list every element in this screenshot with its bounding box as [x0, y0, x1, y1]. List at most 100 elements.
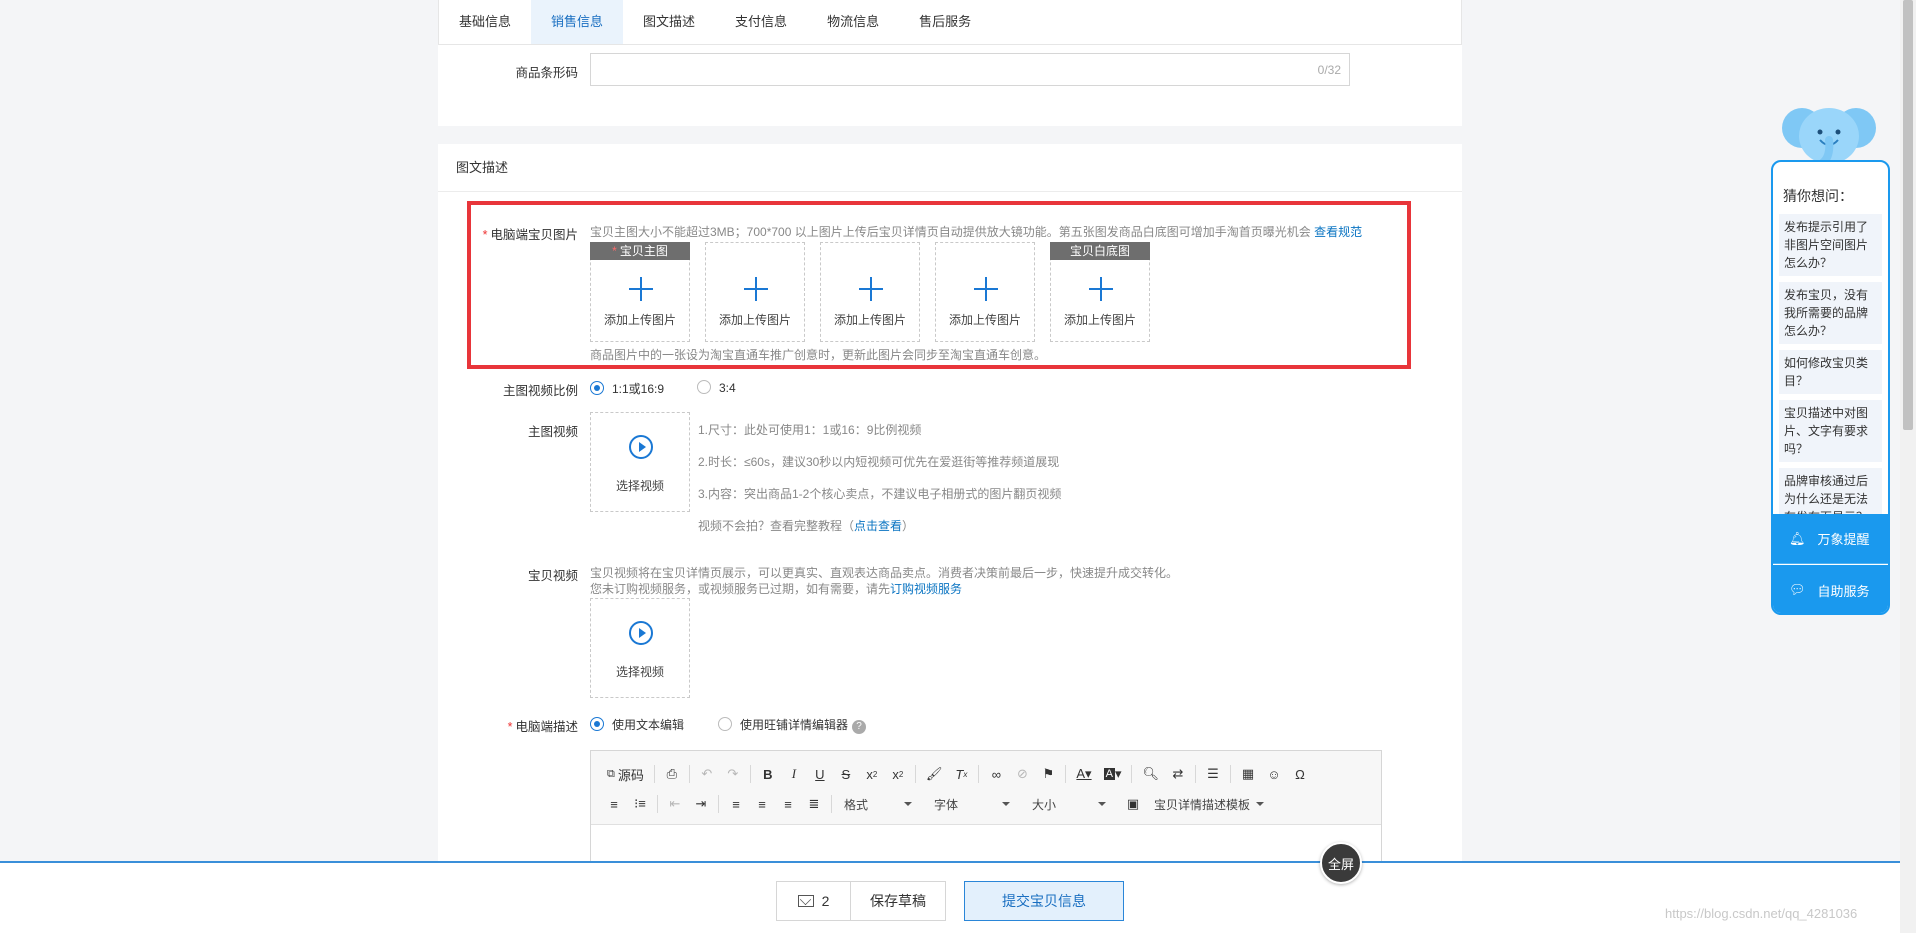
indent-icon[interactable]: ⇥ [690, 792, 712, 816]
play-icon [629, 435, 653, 459]
anchor-flag-icon[interactable]: ⚑ [1037, 762, 1059, 786]
special-char-icon[interactable]: Ω [1289, 762, 1311, 786]
tutorial-link[interactable]: 点击查看 [854, 519, 902, 533]
fullscreen-button[interactable]: 全屏 [1320, 842, 1362, 884]
order-video-service-link[interactable]: 订购视频服务 [890, 582, 962, 596]
barcode-label: 商品条形码 [515, 66, 578, 80]
envelope-icon [797, 895, 814, 907]
preview-icon[interactable]: ⎙ [661, 762, 683, 786]
tab-payment-info[interactable]: 支付信息 [715, 0, 807, 44]
plus-icon [1089, 277, 1113, 301]
superscript-icon[interactable]: x2 [887, 762, 909, 786]
tab-sales-info[interactable]: 销售信息 [531, 0, 624, 44]
upload-caption: 添加上传图片 [1063, 313, 1136, 327]
message-button[interactable]: 2 [776, 881, 851, 921]
watermark: https://blog.csdn.net/qq_4281036 [1665, 906, 1858, 921]
save-draft-button[interactable]: 保存草稿 [850, 881, 946, 921]
strikethrough-icon[interactable]: S [835, 762, 857, 786]
link-icon[interactable]: ∞ [985, 762, 1007, 786]
item-video-desc: 宝贝视频将在宝贝详情页展示，可以更真实、直观表达商品卖点。消费者决策前最后一步，… [590, 566, 1179, 580]
help-question[interactable]: 宝贝描述中对图片、文字有要求吗？ [1779, 400, 1882, 462]
section-title: 图文描述 [438, 144, 1462, 192]
format-select[interactable]: 格式 [838, 793, 918, 815]
ratio-option-1[interactable]: 1:1或16:9 [590, 380, 664, 397]
clear-format-icon[interactable]: Tx [950, 762, 972, 786]
align-justify-icon[interactable]: ≣ [803, 792, 825, 816]
upload-slot-main[interactable]: * 宝贝主图 添加上传图片 [590, 242, 690, 342]
plus-icon [629, 277, 653, 301]
outdent-icon[interactable]: ⇤ [664, 792, 686, 816]
template-select[interactable]: 宝贝详情描述模板 [1148, 793, 1270, 815]
size-select[interactable]: 大小 [1026, 793, 1112, 815]
pc-images-tip: 宝贝主图大小不能超过3MB；700*700 以上图片上传后宝贝详情页自动提供放大… [590, 225, 1363, 239]
main-video-select[interactable]: 选择视频 [590, 412, 690, 512]
tab-after-sales[interactable]: 售后服务 [899, 0, 991, 44]
select-video-caption: 选择视频 [615, 665, 664, 679]
item-video-service-line: 您未订购视频服务，或视频服务已过期，如有需要，请先订购视频服务 [590, 582, 963, 596]
tab-bar: 基础信息 销售信息 图文描述 支付信息 物流信息 售后服务 [438, 0, 1462, 45]
font-color-icon[interactable]: A▾ [1072, 762, 1095, 786]
bullet-list-icon[interactable]: ⁝≡ [629, 792, 651, 816]
barcode-input[interactable]: 0/32 [590, 53, 1350, 86]
chat-icon: 💬︎ [1789, 582, 1806, 597]
scrollbar-thumb[interactable] [1903, 0, 1913, 430]
align-left-icon[interactable]: ≡ [725, 792, 747, 816]
self-service-button[interactable]: 💬︎ 自助服务 [1773, 565, 1888, 613]
underline-icon[interactable]: U [809, 762, 831, 786]
pagebreak-icon[interactable]: ☰ [1202, 762, 1224, 786]
undo-icon[interactable]: ↶ [696, 762, 718, 786]
main-image-tag: * 宝贝主图 [590, 242, 690, 260]
ratio-option-2[interactable]: 3:4 [697, 380, 736, 395]
barcode-counter: 0/32 [1317, 63, 1341, 77]
help-question[interactable]: 如何修改宝贝类目？ [1779, 350, 1882, 394]
help-icon[interactable]: ? [852, 720, 867, 734]
search-icon[interactable]: 🔍︎ [1138, 762, 1163, 786]
unlink-icon[interactable]: ⊘ [1011, 762, 1033, 786]
help-title: 猜你想问： [1783, 188, 1853, 204]
editor-toolbar: ⧉ 源码 ⎙ ↶ ↷ B I U S x2 x2 🖌 Tx ∞ ⊘ ⚑ A▾ A ▾… [591, 751, 1381, 825]
emoji-icon[interactable]: ☺ [1263, 762, 1285, 786]
upload-slot-4[interactable]: 添加上传图片 [935, 242, 1035, 342]
source-button[interactable]: ⧉ 源码 [603, 762, 648, 786]
view-spec-link[interactable]: 查看规范 [1314, 225, 1362, 239]
radio-checked [590, 717, 604, 731]
italic-icon[interactable]: I [783, 762, 805, 786]
item-video-select[interactable]: 选择视频 [590, 598, 690, 698]
ordered-list-icon[interactable]: ≡ [603, 792, 625, 816]
bg-color-icon[interactable]: A ▾ [1100, 762, 1126, 786]
align-right-icon[interactable]: ≡ [777, 792, 799, 816]
format-painter-icon[interactable]: 🖌 [922, 762, 947, 786]
help-question[interactable]: 发布宝贝，没有我所需要的品牌怎么办？ [1779, 282, 1882, 344]
tab-basic-info[interactable]: 基础信息 [439, 0, 531, 44]
main-video-label: 主图视频 [527, 425, 578, 439]
tutorial-line: 视频不会拍？查看完整教程（点击查看） [698, 519, 915, 533]
section-divider [438, 126, 1462, 144]
upload-slot-white-bg[interactable]: 宝贝白底图 添加上传图片 [1050, 242, 1150, 342]
bold-icon[interactable]: B [757, 762, 779, 786]
table-icon[interactable]: ▦ [1237, 762, 1259, 786]
tab-graphic-desc[interactable]: 图文描述 [623, 0, 715, 44]
radio-unchecked [718, 717, 732, 731]
align-center-icon[interactable]: ≡ [751, 792, 773, 816]
desc-option-text-editor[interactable]: 使用文本编辑 [590, 716, 684, 733]
subscript-icon[interactable]: x2 [861, 762, 883, 786]
replace-icon[interactable]: ⇄ [1167, 762, 1189, 786]
remind-button[interactable]: 🔔︎ 万象提醒 [1773, 514, 1888, 564]
upload-slot-3[interactable]: 添加上传图片 [820, 242, 920, 342]
plus-icon [974, 277, 998, 301]
bottom-action-bar: 2 保存草稿 提交宝贝信息 [0, 861, 1900, 933]
image-icon[interactable]: ▣ [1122, 792, 1144, 816]
font-select[interactable]: 字体 [928, 793, 1016, 815]
desc-option-wangpu-editor[interactable]: 使用旺铺详情编辑器? [718, 716, 867, 734]
main-video-rule-3: 3.内容：突出商品1-2个核心卖点，不建议电子相册式的图片翻页视频 [698, 487, 1062, 501]
upload-caption: 添加上传图片 [603, 313, 676, 327]
tab-logistics-info[interactable]: 物流信息 [807, 0, 899, 44]
upload-caption: 添加上传图片 [948, 313, 1021, 327]
upload-slot-2[interactable]: 添加上传图片 [705, 242, 805, 342]
help-question[interactable]: 发布提示引用了非图片空间图片怎么办？ [1779, 214, 1882, 276]
white-bg-tag: 宝贝白底图 [1050, 242, 1150, 260]
submit-item-button[interactable]: 提交宝贝信息 [964, 881, 1124, 921]
rich-text-editor: ⧉ 源码 ⎙ ↶ ↷ B I U S x2 x2 🖌 Tx ∞ ⊘ ⚑ A▾ A ▾… [590, 750, 1382, 870]
redo-icon[interactable]: ↷ [722, 762, 744, 786]
radio-unchecked [697, 380, 711, 394]
